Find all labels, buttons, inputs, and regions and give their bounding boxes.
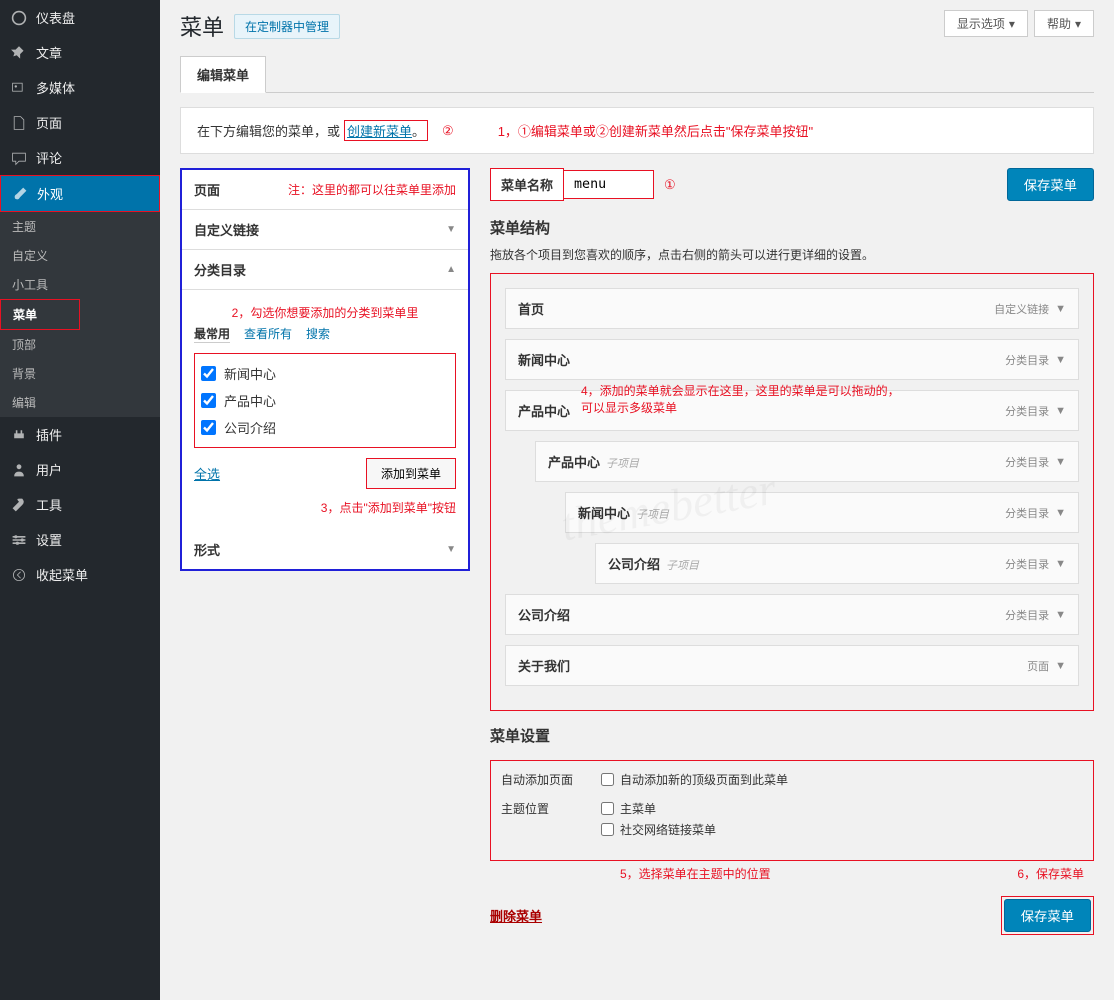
chevron-down-icon: ▼: [1055, 507, 1066, 519]
menu-structure-heading: 菜单结构: [490, 217, 1094, 238]
cat-tab-most-used[interactable]: 最常用: [194, 325, 230, 343]
chevron-down-icon: ▼: [1055, 354, 1066, 366]
tab-edit-menus[interactable]: 编辑菜单: [180, 56, 266, 93]
sidebar-item-dashboard[interactable]: 仪表盘: [0, 0, 160, 35]
sidebar-item-settings[interactable]: 设置: [0, 522, 160, 557]
chevron-down-icon: ▾: [1075, 17, 1081, 31]
menu-item[interactable]: 首页自定义链接 ▼: [505, 288, 1079, 329]
annotation-3: 3，点击"添加到菜单"按钮: [194, 499, 456, 516]
annotation-pages-note: 注：这里的都可以往菜单里添加: [288, 181, 456, 198]
cat-tab-search[interactable]: 搜索: [306, 325, 330, 343]
sidebar-item-pages[interactable]: 页面: [0, 105, 160, 140]
page-title: 菜单: [180, 10, 224, 42]
sidebar-sub-widgets[interactable]: 小工具: [0, 270, 160, 299]
chevron-down-icon: ▼: [1055, 558, 1066, 570]
chevron-down-icon: ▼: [1055, 456, 1066, 468]
collapse-icon: [10, 566, 28, 584]
save-menu-button-bottom[interactable]: 保存菜单: [1004, 899, 1091, 932]
sidebar-sub-customize[interactable]: 自定义: [0, 241, 160, 270]
screen-options-button[interactable]: 显示选项 ▾: [944, 10, 1028, 37]
notice-bar: 在下方编辑您的菜单，或 创建新菜单。 ② 1，①编辑菜单或②创建新菜单然后点击"…: [180, 107, 1094, 154]
chevron-down-icon: ▼: [1055, 609, 1066, 621]
pin-icon: [10, 44, 28, 62]
annotation-6: 6，保存菜单: [1017, 865, 1084, 882]
chk-about[interactable]: [201, 420, 216, 435]
menu-name-input[interactable]: [564, 170, 654, 199]
chk-news[interactable]: [201, 366, 216, 381]
annotation-1: 1，①编辑菜单或②创建新菜单然后点击"保存菜单按钮": [498, 121, 813, 140]
sidebar-sub-themes[interactable]: 主题: [0, 212, 160, 241]
help-button[interactable]: 帮助 ▾: [1034, 10, 1094, 37]
annotation-circle-1: ①: [664, 177, 676, 193]
annotation-5: 5，选择菜单在主题中的位置: [620, 865, 771, 882]
menu-settings-box: 自动添加页面 自动添加新的顶级页面到此菜单 主题位置 主菜单 社交网络链接菜单: [490, 760, 1094, 861]
settings-icon: [10, 531, 28, 549]
create-new-menu-link[interactable]: 创建新菜单: [347, 124, 412, 139]
sidebar-item-appearance[interactable]: 外观: [0, 175, 160, 212]
accordion-custom-links[interactable]: 自定义链接▼: [182, 210, 468, 250]
add-items-accordion: 页面 注：这里的都可以往菜单里添加 自定义链接▼ 分类目录▲ 2，勾选你想要添加…: [180, 168, 470, 571]
manage-in-customizer-link[interactable]: 在定制器中管理: [234, 14, 340, 39]
main-content: 显示选项 ▾ 帮助 ▾ 菜单 在定制器中管理 编辑菜单 在下方编辑您的菜单，或 …: [160, 0, 1114, 1000]
sidebar-item-media[interactable]: 多媒体: [0, 70, 160, 105]
category-checklist: 新闻中心 产品中心 公司介绍: [194, 353, 456, 448]
chevron-down-icon: ▼: [1055, 405, 1066, 417]
chevron-down-icon: ▼: [1055, 660, 1066, 672]
plugin-icon: [10, 426, 28, 444]
annotation-circle-2: ②: [442, 123, 454, 139]
chk-location-primary[interactable]: [601, 802, 614, 815]
sidebar-item-comments[interactable]: 评论: [0, 140, 160, 175]
menu-structure-box: 4，添加的菜单就会显示在这里，这里的菜单是可以拖动的，可以显示多级菜单 首页自定…: [490, 273, 1094, 711]
sidebar-item-posts[interactable]: 文章: [0, 35, 160, 70]
sidebar-item-collapse[interactable]: 收起菜单: [0, 557, 160, 592]
media-icon: [10, 79, 28, 97]
sidebar-item-plugins[interactable]: 插件: [0, 417, 160, 452]
theme-location-label: 主题位置: [501, 800, 581, 842]
sidebar-submenu-appearance: 主题 自定义 小工具 菜单 顶部 背景 编辑: [0, 212, 160, 417]
delete-menu-link[interactable]: 删除菜单: [490, 906, 542, 925]
menu-item[interactable]: 公司介绍分类目录 ▼: [505, 594, 1079, 635]
menu-settings-heading: 菜单设置: [490, 725, 1094, 746]
dashboard-icon: [10, 9, 28, 27]
menu-item[interactable]: 产品中心子项目分类目录 ▼: [535, 441, 1079, 482]
add-to-menu-button[interactable]: 添加到菜单: [366, 458, 456, 489]
chk-location-social[interactable]: [601, 823, 614, 836]
brush-icon: [11, 185, 29, 203]
accordion-categories-body: 2，勾选你想要添加的分类到菜单里 最常用 查看所有 搜索 新闻中心 产品中心 公…: [182, 290, 468, 530]
accordion-formats[interactable]: 形式▼: [182, 530, 468, 569]
chevron-down-icon: ▾: [1009, 17, 1015, 31]
chk-products[interactable]: [201, 393, 216, 408]
menu-structure-desc: 拖放各个项目到您喜欢的顺序，点击右侧的箭头可以进行更详细的设置。: [490, 246, 1094, 263]
annotation-2: 2，勾选你想要添加的分类到菜单里: [194, 304, 456, 321]
menu-item[interactable]: 关于我们页面 ▼: [505, 645, 1079, 686]
accordion-pages[interactable]: 页面 注：这里的都可以往菜单里添加: [182, 170, 468, 210]
chevron-down-icon: ▼: [446, 544, 456, 555]
admin-sidebar: 仪表盘 文章 多媒体 页面 评论 外观 主题 自定义 小工具 菜单 顶部 背景 …: [0, 0, 160, 1000]
sidebar-sub-menus[interactable]: 菜单: [0, 299, 80, 330]
wrench-icon: [10, 496, 28, 514]
chevron-down-icon: ▼: [446, 224, 456, 235]
chevron-up-icon: ▲: [446, 264, 456, 275]
sidebar-sub-header[interactable]: 顶部: [0, 330, 160, 359]
users-icon: [10, 461, 28, 479]
comment-icon: [10, 149, 28, 167]
select-all-link[interactable]: 全选: [194, 464, 220, 483]
sidebar-item-users[interactable]: 用户: [0, 452, 160, 487]
save-menu-button-top[interactable]: 保存菜单: [1007, 168, 1094, 201]
annotation-4: 4，添加的菜单就会显示在这里，这里的菜单是可以拖动的，可以显示多级菜单: [581, 382, 961, 416]
menu-item[interactable]: 新闻中心子项目分类目录 ▼: [565, 492, 1079, 533]
menu-name-label: 菜单名称: [490, 168, 564, 201]
nav-tabs: 编辑菜单: [180, 56, 1094, 93]
auto-add-label: 自动添加页面: [501, 771, 581, 792]
menu-item[interactable]: 公司介绍子项目分类目录 ▼: [595, 543, 1079, 584]
sidebar-item-tools[interactable]: 工具: [0, 487, 160, 522]
sidebar-sub-background[interactable]: 背景: [0, 359, 160, 388]
chk-auto-add-pages[interactable]: [601, 773, 614, 786]
cat-tab-view-all[interactable]: 查看所有: [244, 325, 292, 343]
chevron-down-icon: ▼: [1055, 303, 1066, 315]
sidebar-sub-editor[interactable]: 编辑: [0, 388, 160, 417]
page-icon: [10, 114, 28, 132]
accordion-categories[interactable]: 分类目录▲: [182, 250, 468, 290]
menu-item[interactable]: 新闻中心分类目录 ▼: [505, 339, 1079, 380]
